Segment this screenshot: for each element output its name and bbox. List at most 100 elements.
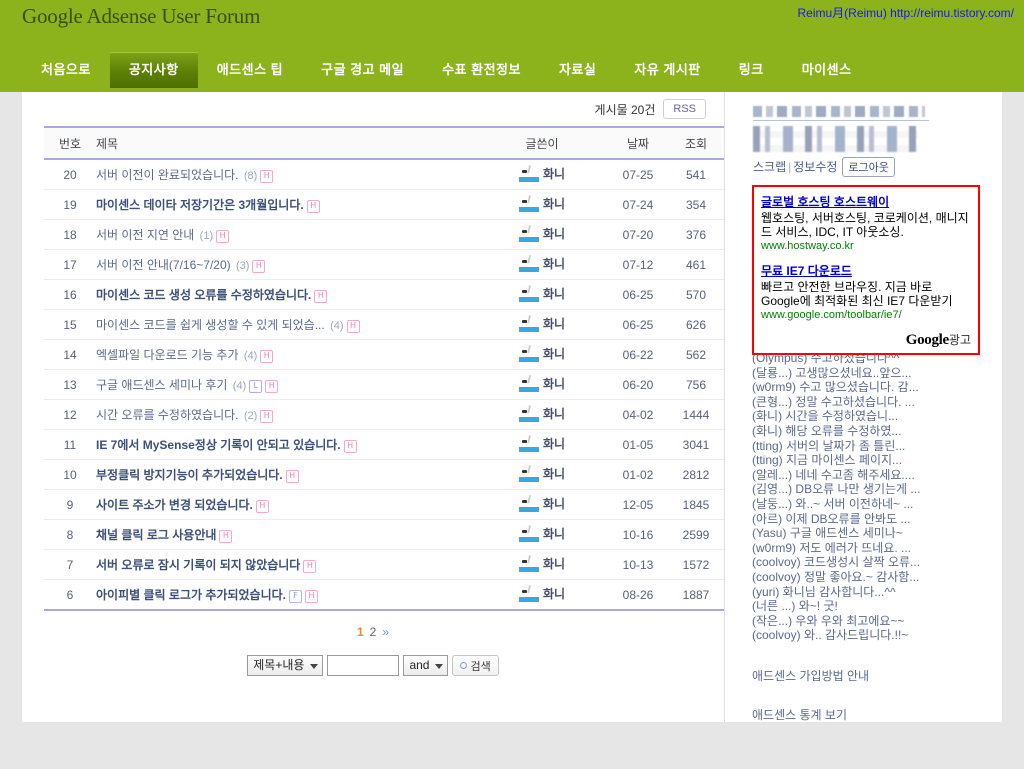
list-item[interactable]: (w0rm9) 수고 많으셨습니다. 감... bbox=[752, 380, 1002, 395]
list-item[interactable]: (w0rm9) 저도 에러가 뜨네요. ... bbox=[752, 541, 1002, 556]
post-author-cell: 화니 bbox=[476, 429, 608, 460]
page-link-1[interactable]: 1 bbox=[357, 625, 364, 639]
author-name[interactable]: 화니 bbox=[543, 585, 565, 602]
table-row[interactable]: 16 마이센스 코드 생성 오류를 수정하였습니다. H 화니 06-25 570 bbox=[44, 279, 724, 310]
sidebar-link-1[interactable]: 애드센스 통계 보기 bbox=[752, 706, 1002, 723]
column-header-hits[interactable]: 조회 bbox=[668, 126, 724, 160]
table-row[interactable]: 8 채널 클릭 로그 사용안내 H 화니 10-16 2599 bbox=[44, 519, 724, 550]
post-title-link[interactable]: 시간 오류를 수정하였습니다. bbox=[96, 408, 238, 422]
column-header-num[interactable]: 번호 bbox=[44, 126, 96, 160]
author-name[interactable]: 화니 bbox=[543, 525, 565, 542]
list-item[interactable]: (yuri) 화니님 감사합니다...^^ bbox=[752, 585, 1002, 600]
table-row[interactable]: 10 부정클릭 방지기능이 추가되었습니다. H 화니 01-02 2812 bbox=[44, 459, 724, 490]
table-row[interactable]: 18 서버 이전 지연 안내 (1) H 화니 07-20 376 bbox=[44, 219, 724, 250]
table-row[interactable]: 6 아이피별 클릭 로그가 추가되었습니다. F H 화니 08-26 1887 bbox=[44, 579, 724, 611]
ad-url-0[interactable]: www.hostway.co.kr bbox=[761, 240, 971, 252]
list-item[interactable]: (알레...) 네네 수고좀 해주세요.... bbox=[752, 468, 1002, 483]
list-item[interactable]: (coolvoy) 정말 좋아요.~ 감사함... bbox=[752, 570, 1002, 585]
table-row[interactable]: 20 서버 이전이 완료되었습니다. (8) H 화니 07-25 541 bbox=[44, 159, 724, 190]
author-name[interactable]: 화니 bbox=[543, 345, 565, 362]
table-row[interactable]: 12 시간 오류를 수정하였습니다. (2) H 화니 04-02 1444 bbox=[44, 399, 724, 430]
list-item[interactable]: (날둥...) 와..~ 서버 이전하네~ ... bbox=[752, 497, 1002, 512]
list-item[interactable]: (김영...) DB오류 나만 생기는게 ... bbox=[752, 482, 1002, 497]
author-name[interactable]: 화니 bbox=[543, 315, 565, 332]
list-item[interactable]: (아르) 이제 DB오류를 안봐도 ... bbox=[752, 512, 1002, 527]
ad-url-1[interactable]: www.google.com/toolbar/ie7/ bbox=[761, 309, 971, 321]
search-input[interactable] bbox=[327, 655, 400, 676]
author-name[interactable]: 화니 bbox=[543, 165, 565, 182]
post-title-link[interactable]: 부정클릭 방지기능이 추가되었습니다. bbox=[96, 468, 283, 482]
nav-item-0[interactable]: 처음으로 bbox=[22, 52, 110, 88]
nav-item-1[interactable]: 공지사항 bbox=[109, 52, 198, 88]
author-name[interactable]: 화니 bbox=[543, 465, 565, 482]
owner-blog-link[interactable]: Reimu月(Reimu) http://reimu.tistory.com/ bbox=[798, 4, 1015, 21]
nav-item-2[interactable]: 애드센스 팁 bbox=[198, 52, 302, 88]
table-row[interactable]: 14 엑셀파일 다운로드 기능 추가 (4) H 화니 06-22 562 bbox=[44, 339, 724, 370]
sidebar-link-0[interactable]: 애드센스 가입방법 안내 bbox=[752, 667, 1002, 684]
nav-item-8[interactable]: 마이센스 bbox=[783, 52, 871, 88]
nav-item-5[interactable]: 자료실 bbox=[540, 52, 615, 88]
list-item[interactable]: (화니) 시간을 수정하였습니... bbox=[752, 409, 1002, 424]
logout-button[interactable]: 로그아웃 bbox=[842, 157, 895, 177]
column-header-date[interactable]: 날짜 bbox=[608, 126, 668, 160]
search-scope-select[interactable]: 제목+내용 bbox=[247, 655, 324, 676]
table-row[interactable]: 15 마이센스 코드를 쉽게 생성할 수 있게 되었습... (4) H 화니 06-2… bbox=[44, 309, 724, 340]
post-title-link[interactable]: 채널 클릭 로그 사용안내 bbox=[96, 528, 216, 542]
list-item[interactable]: (Yasu) 구글 애드센스 세미나~ bbox=[752, 526, 1002, 541]
list-item[interactable]: (작은...) 우와 우와 최고에요~~ bbox=[752, 614, 1002, 629]
author-name[interactable]: 화니 bbox=[543, 225, 565, 242]
author-name[interactable]: 화니 bbox=[543, 255, 565, 272]
column-header-title[interactable]: 제목 bbox=[96, 126, 476, 160]
list-item[interactable]: (coolvoy) 코드생성시 살짝 오류... bbox=[752, 555, 1002, 570]
scrap-link[interactable]: 스크랩 bbox=[753, 160, 786, 174]
table-row[interactable]: 13 구글 애드센스 세미나 후기 (4) L H 화니 06-20 756 bbox=[44, 369, 724, 400]
author-name[interactable]: 화니 bbox=[543, 435, 565, 452]
search-operator-value: and bbox=[409, 658, 430, 672]
list-item[interactable]: (tting) 지금 마이센스 페이지... bbox=[752, 453, 1002, 468]
page-link-2[interactable]: 2 bbox=[370, 625, 377, 639]
nav-item-7[interactable]: 링크 bbox=[720, 52, 783, 88]
author-name[interactable]: 화니 bbox=[543, 195, 565, 212]
list-item[interactable]: (너른 ...) 와~! 굿! bbox=[752, 599, 1002, 614]
ad-description-0: 웹호스팅, 서버호스팅, 코로케이션, 매니지드 서비스, IDC, IT 아웃… bbox=[761, 211, 969, 239]
search-button[interactable]: 검색 bbox=[452, 655, 499, 676]
table-row[interactable]: 7 서버 오류로 잠시 기록이 되지 않았습니다 H 화니 10-13 1572 bbox=[44, 549, 724, 580]
nav-item-3[interactable]: 구글 경고 메일 bbox=[302, 52, 423, 88]
list-item[interactable]: (coolvoy) 와.. 감사드립니다.!!~ bbox=[752, 628, 1002, 643]
post-title-link[interactable]: 마이센스 코드를 쉽게 생성할 수 있게 되었습... bbox=[96, 318, 325, 332]
post-title-link[interactable]: 사이트 주소가 변경 되었습니다. bbox=[96, 498, 253, 512]
author-name[interactable]: 화니 bbox=[543, 285, 565, 302]
nav-item-6[interactable]: 자유 게시판 bbox=[615, 52, 719, 88]
search-operator-select[interactable]: and bbox=[403, 655, 449, 676]
list-item[interactable]: (tting) 서버의 날짜가 좀 틀린... bbox=[752, 439, 1002, 454]
author-name[interactable]: 화니 bbox=[543, 555, 565, 572]
author-name[interactable]: 화니 bbox=[543, 495, 565, 512]
table-row[interactable]: 11 IE 7에서 MySense정상 기록이 안되고 있습니다. H 화니 01-05… bbox=[44, 429, 724, 460]
list-item[interactable]: (달룡...) 고생많으셨네요..앞으... bbox=[752, 366, 1002, 381]
list-item[interactable]: (큰형...) 정말 수고하셨습니다. ... bbox=[752, 395, 1002, 410]
table-row[interactable]: 9 사이트 주소가 변경 되었습니다. H 화니 12-05 1845 bbox=[44, 489, 724, 520]
post-title-link[interactable]: 서버 이전 안내(7/16~7/20) bbox=[96, 258, 231, 272]
author-name[interactable]: 화니 bbox=[543, 375, 565, 392]
ad-title-0[interactable]: 글로벌 호스팅 호스트웨이 bbox=[761, 193, 971, 210]
table-row[interactable]: 19 마이센스 데이타 저장기간은 3개월입니다. H 화니 07-24 354 bbox=[44, 189, 724, 220]
post-title-link[interactable]: 마이센스 데이타 저장기간은 3개월입니다. bbox=[96, 198, 304, 212]
table-row[interactable]: 17 서버 이전 안내(7/16~7/20) (3) H 화니 07-12 461 bbox=[44, 249, 724, 280]
author-name[interactable]: 화니 bbox=[543, 405, 565, 422]
post-title-link[interactable]: 엑셀파일 다운로드 기능 추가 bbox=[96, 348, 238, 362]
post-title-link[interactable]: 서버 이전 지연 안내 bbox=[96, 228, 194, 242]
post-title-link[interactable]: 서버 오류로 잠시 기록이 되지 않았습니다 bbox=[96, 558, 300, 572]
list-item[interactable]: (화니) 해당 오류를 수정하였... bbox=[752, 424, 1002, 439]
next-page-icon[interactable]: » bbox=[382, 625, 389, 639]
column-header-user[interactable]: 글쓴이 bbox=[476, 126, 608, 160]
edit-profile-link[interactable]: 정보수정 bbox=[793, 160, 837, 174]
post-title-link[interactable]: 구글 애드센스 세미나 후기 bbox=[96, 378, 227, 392]
post-title-link[interactable]: IE 7에서 MySense정상 기록이 안되고 있습니다. bbox=[96, 438, 341, 452]
post-number: 12 bbox=[44, 399, 96, 430]
ad-title-1[interactable]: 무료 IE7 다운로드 bbox=[761, 262, 971, 279]
nav-item-4[interactable]: 수표 환전정보 bbox=[423, 52, 540, 88]
post-title-link[interactable]: 서버 이전이 완료되었습니다. bbox=[96, 168, 238, 182]
post-title-link[interactable]: 아이피별 클릭 로그가 추가되었습니다. bbox=[96, 588, 286, 602]
post-title-link[interactable]: 마이센스 코드 생성 오류를 수정하였습니다. bbox=[96, 288, 311, 302]
rss-button[interactable]: RSS bbox=[663, 99, 706, 119]
